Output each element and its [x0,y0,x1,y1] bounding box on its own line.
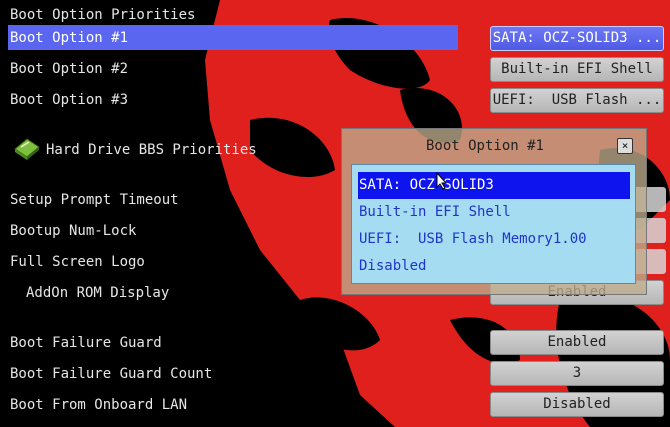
popup-title: Boot Option #1 [425,138,544,154]
addon-rom-display-label[interactable]: AddOn ROM Display [26,284,169,302]
hard-drive-icon [14,138,40,160]
section-title: Boot Option Priorities [10,7,196,23]
popup-option-label: UEFI: USB Flash Memory1.00 [359,231,587,247]
popup-option-label: Built-in EFI Shell [359,204,511,220]
boot-option-1-label[interactable]: Boot Option #1 [10,29,128,47]
bootup-numlock-label[interactable]: Bootup Num-Lock [10,222,136,240]
popup-option-sata[interactable]: SATA: OCZ-SOLID3 [358,172,630,199]
full-screen-logo-label[interactable]: Full Screen Logo [10,253,145,271]
boot-failure-guard-count-label[interactable]: Boot Failure Guard Count [10,365,212,383]
boot-failure-guard-count-value[interactable]: 3 [490,361,664,386]
boot-option-2-label[interactable]: Boot Option #2 [10,60,128,78]
boot-option-popup: Boot Option #1 × SATA: OCZ-SOLID3 Built-… [341,128,647,295]
boot-from-onboard-lan-label[interactable]: Boot From Onboard LAN [10,396,187,414]
popup-option-usb-flash[interactable]: UEFI: USB Flash Memory1.00 [358,226,630,253]
boot-option-2-value[interactable]: Built-in EFI Shell [490,57,664,82]
boot-option-3-label[interactable]: Boot Option #3 [10,91,128,109]
popup-option-label: Disabled [359,258,427,274]
boot-option-3-value[interactable]: UEFI: USB Flash ... [490,88,664,113]
popup-option-label: SATA: OCZ-SOLID3 [359,177,494,193]
boot-option-1-value[interactable]: SATA: OCZ-SOLID3 ... [490,26,664,51]
boot-failure-guard-label[interactable]: Boot Failure Guard [10,334,162,352]
popup-option-disabled[interactable]: Disabled [358,253,630,280]
close-icon[interactable]: × [617,138,633,154]
setup-prompt-timeout-label[interactable]: Setup Prompt Timeout [10,191,179,209]
boot-from-onboard-lan-value[interactable]: Disabled [490,392,664,417]
mouse-cursor-icon [436,172,448,190]
popup-option-efi-shell[interactable]: Built-in EFI Shell [358,199,630,226]
popup-option-list: SATA: OCZ-SOLID3 Built-in EFI Shell UEFI… [351,164,636,284]
boot-failure-guard-value[interactable]: Enabled [490,330,664,355]
hdd-bbs-priorities-link[interactable]: Hard Drive BBS Priorities [46,141,257,159]
